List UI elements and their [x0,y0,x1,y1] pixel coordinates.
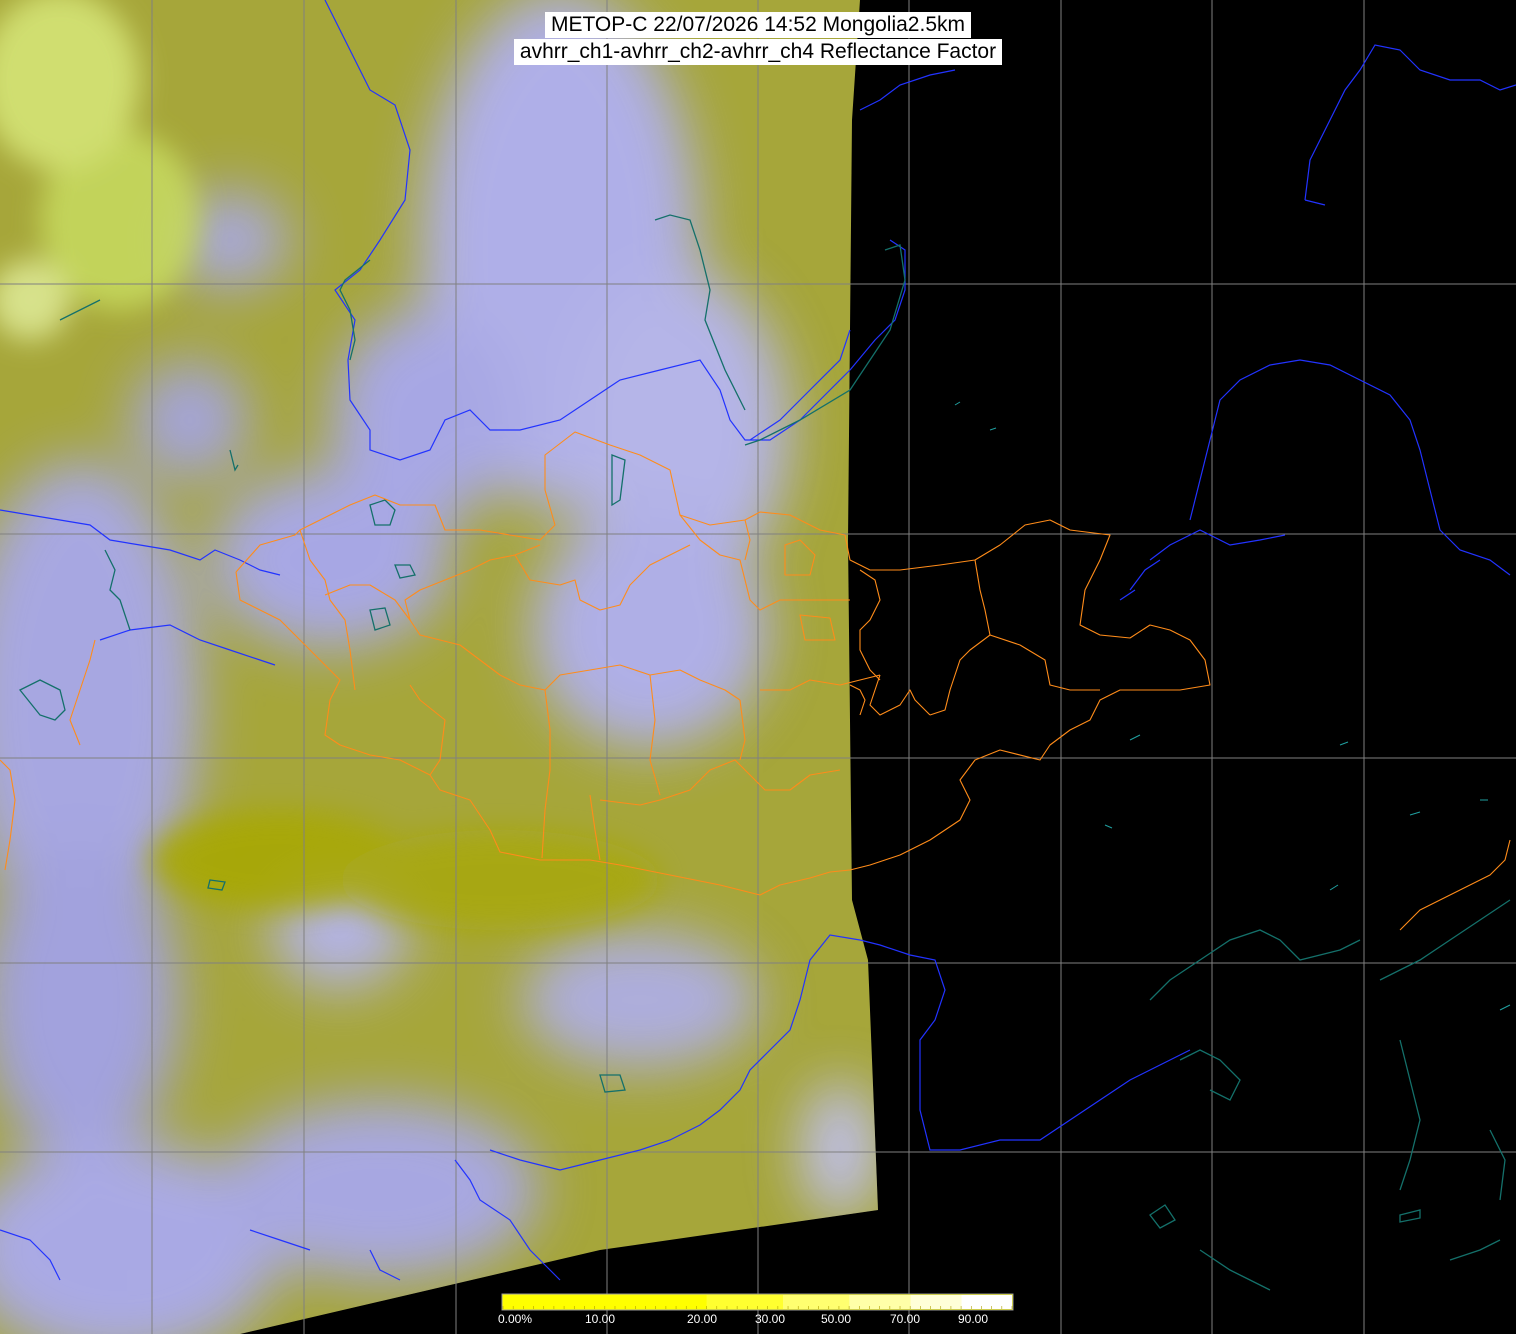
colorbar-segment [706,1295,783,1309]
satellite-map [0,0,1516,1334]
colorbar-tick-label: 30.00 [755,1312,786,1326]
map-subtitle: avhrr_ch1-avhrr_ch2-avhrr_ch4 Reflectanc… [513,39,1003,65]
colorbar-tick-label: 0.00% [498,1312,533,1326]
colorbar-segments [502,1295,1013,1309]
colorbar-tick-label: 50.00 [821,1312,852,1326]
satellite-swath [0,0,878,1334]
colorbar-tick-label: 90.00 [958,1312,989,1326]
colorbar-tick-label: 10.00 [585,1312,616,1326]
colorbar-segment [961,1295,1012,1309]
map-title: METOP-C 22/07/2026 14:52 Mongolia2.5km [544,12,971,38]
colorbar-tick-label: 70.00 [890,1312,921,1326]
colorbar-segment [910,1295,962,1309]
colorbar-group [501,1293,1014,1311]
colorbar-tick-label: 20.00 [687,1312,718,1326]
title-box: METOP-C 22/07/2026 14:52 Mongolia2.5km a… [0,12,1516,66]
